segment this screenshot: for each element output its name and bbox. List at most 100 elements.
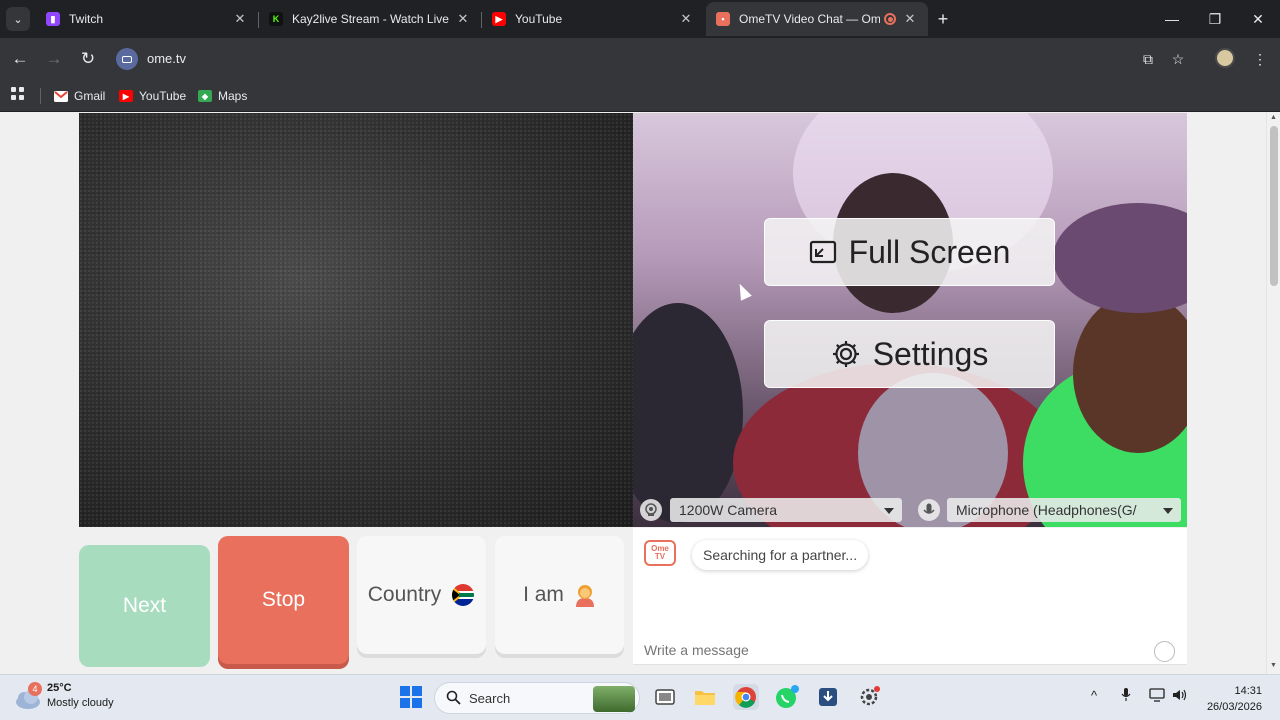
mouse-cursor (734, 281, 752, 301)
chevron-down-icon (1163, 508, 1173, 514)
system-clock[interactable]: 14:31 26/03/2026 (1196, 683, 1262, 715)
forward-button[interactable]: → (42, 47, 66, 71)
ometv-icon: ▪ (716, 12, 730, 26)
message-input[interactable] (644, 640, 1144, 660)
clock-time: 14:31 (1234, 685, 1262, 697)
tab-search-button[interactable]: ⌄ (6, 7, 30, 31)
south-africa-flag-icon (451, 583, 475, 607)
close-icon[interactable]: ✕ (455, 11, 471, 27)
close-icon[interactable]: ✕ (902, 11, 918, 27)
network-icon[interactable] (1149, 688, 1165, 705)
bookmark-label: YouTube (139, 89, 187, 103)
show-hidden-icons[interactable]: ^ (1091, 688, 1097, 703)
gear-icon (831, 339, 861, 369)
tab-ometv[interactable]: ▪ OmeTV Video Chat — Ome ✕ (706, 2, 928, 36)
tab-title: YouTube (515, 12, 563, 26)
fullscreen-icon (809, 240, 837, 264)
tab-title: Twitch (69, 12, 104, 26)
restore-button[interactable]: ❐ (1201, 6, 1229, 32)
next-button[interactable]: Next (79, 545, 210, 667)
fullscreen-label: Full Screen (848, 233, 1011, 270)
chrome-icon[interactable] (733, 684, 759, 710)
cast-icon[interactable]: ⧉ (1136, 47, 1160, 71)
windows-start-icon[interactable] (398, 684, 424, 710)
microphone-tray-icon[interactable] (1121, 688, 1131, 705)
recording-icon (884, 13, 896, 25)
bookmark-star-icon[interactable]: ☆ (1166, 47, 1190, 71)
page-scrollbar[interactable]: ▲ ▼ (1266, 112, 1280, 674)
bookmark-youtube[interactable]: ▶ YouTube (119, 86, 186, 106)
scroll-down-icon[interactable]: ▼ (1270, 662, 1277, 669)
weather-widget[interactable]: 4 25°C Mostly cloudy (14, 681, 114, 711)
volume-icon[interactable] (1172, 688, 1188, 705)
microphone-select-value: Microphone (Headphones(G/ (956, 502, 1137, 518)
settings-button[interactable]: Settings (764, 320, 1055, 388)
self-camera-video: Full Screen Settings 1200W Camera Microp… (633, 113, 1187, 527)
bookmark-maps[interactable]: ◆ Maps (198, 86, 247, 106)
site-info-icon[interactable] (116, 48, 138, 70)
country-label: Country (367, 583, 442, 606)
stop-button[interactable]: Stop (218, 536, 349, 664)
new-tab-button[interactable]: + (932, 8, 954, 30)
browser-toolbar: ← → ↻ ome.tv ⧉ ☆ ⋮ (0, 38, 1280, 80)
taskbar: 4 25°C Mostly cloudy Search ^ 14:31 26/0… (0, 674, 1280, 720)
youtube-icon: ▶ (119, 90, 133, 102)
file-explorer-icon[interactable] (692, 684, 718, 710)
ometv-logo: Ome TV (644, 540, 676, 566)
task-view-icon[interactable] (652, 684, 678, 710)
microphone-icon (918, 499, 940, 521)
bookmark-divider (40, 88, 41, 104)
url-text[interactable]: ome.tv (147, 51, 186, 66)
minimize-button[interactable]: — (1158, 6, 1186, 32)
microphone-select[interactable]: Microphone (Headphones(G/ (947, 498, 1181, 522)
country-button[interactable]: Country (357, 536, 486, 654)
bookmark-label: Gmail (74, 89, 106, 103)
stop-label: Stop (261, 588, 306, 611)
cloud-icon: 4 (14, 682, 42, 709)
status-message: Searching for a partner... (692, 540, 869, 570)
search-icon (446, 690, 461, 710)
maps-icon: ◆ (198, 90, 212, 102)
tab-strip: ⌄ ▮ Twitch ✕ K Kay2live Stream - Watch L… (0, 0, 1280, 38)
gender-button[interactable]: I am (495, 536, 624, 654)
bookmark-label: Maps (218, 89, 248, 103)
bookmark-gmail[interactable]: Gmail (54, 86, 105, 106)
settings-label: Settings (872, 335, 989, 372)
webcam-icon (640, 499, 662, 521)
reload-button[interactable]: ↻ (76, 47, 100, 71)
close-icon[interactable]: ✕ (678, 11, 694, 27)
download-app-icon[interactable] (815, 684, 841, 710)
fullscreen-button[interactable]: Full Screen (764, 218, 1055, 286)
apps-grid-icon[interactable] (6, 84, 30, 108)
camera-select-value: 1200W Camera (679, 502, 778, 518)
kick-icon: K (269, 12, 283, 26)
menu-kebab-icon[interactable]: ⋮ (1248, 47, 1272, 71)
gmail-icon (54, 90, 68, 102)
tab-twitch[interactable]: ▮ Twitch ✕ (36, 2, 258, 36)
cap (1053, 203, 1187, 313)
device-bar: 1200W Camera Microphone (Headphones(G/ (633, 493, 1187, 527)
partner-video (79, 113, 633, 527)
gender-label: I am (523, 583, 564, 606)
search-label: Search (469, 691, 511, 706)
close-window-button[interactable]: ✕ (1244, 6, 1272, 32)
weather-badge: 4 (28, 682, 42, 696)
profile-avatar[interactable] (1215, 48, 1235, 68)
video-static (79, 113, 633, 527)
scroll-thumb[interactable] (1270, 126, 1278, 286)
scroll-up-icon[interactable]: ▲ (1270, 114, 1277, 121)
weather-description: Mostly cloudy (47, 697, 114, 709)
tab-youtube[interactable]: ▶ YouTube ✕ (482, 2, 704, 36)
back-button[interactable]: ← (8, 47, 32, 71)
camera-select[interactable]: 1200W Camera (670, 498, 902, 522)
settings-app-icon[interactable] (856, 684, 882, 710)
address-bar[interactable]: ome.tv (110, 43, 1200, 75)
whatsapp-icon[interactable] (774, 684, 800, 710)
tab-kick[interactable]: K Kay2live Stream - Watch Live o ✕ (259, 2, 481, 36)
background-figure (633, 303, 743, 523)
emoji-icon[interactable] (1154, 641, 1175, 662)
youtube-icon: ▶ (492, 12, 506, 26)
close-icon[interactable]: ✕ (232, 11, 248, 27)
taskbar-search[interactable]: Search (434, 682, 640, 714)
chevron-down-icon (884, 508, 894, 514)
